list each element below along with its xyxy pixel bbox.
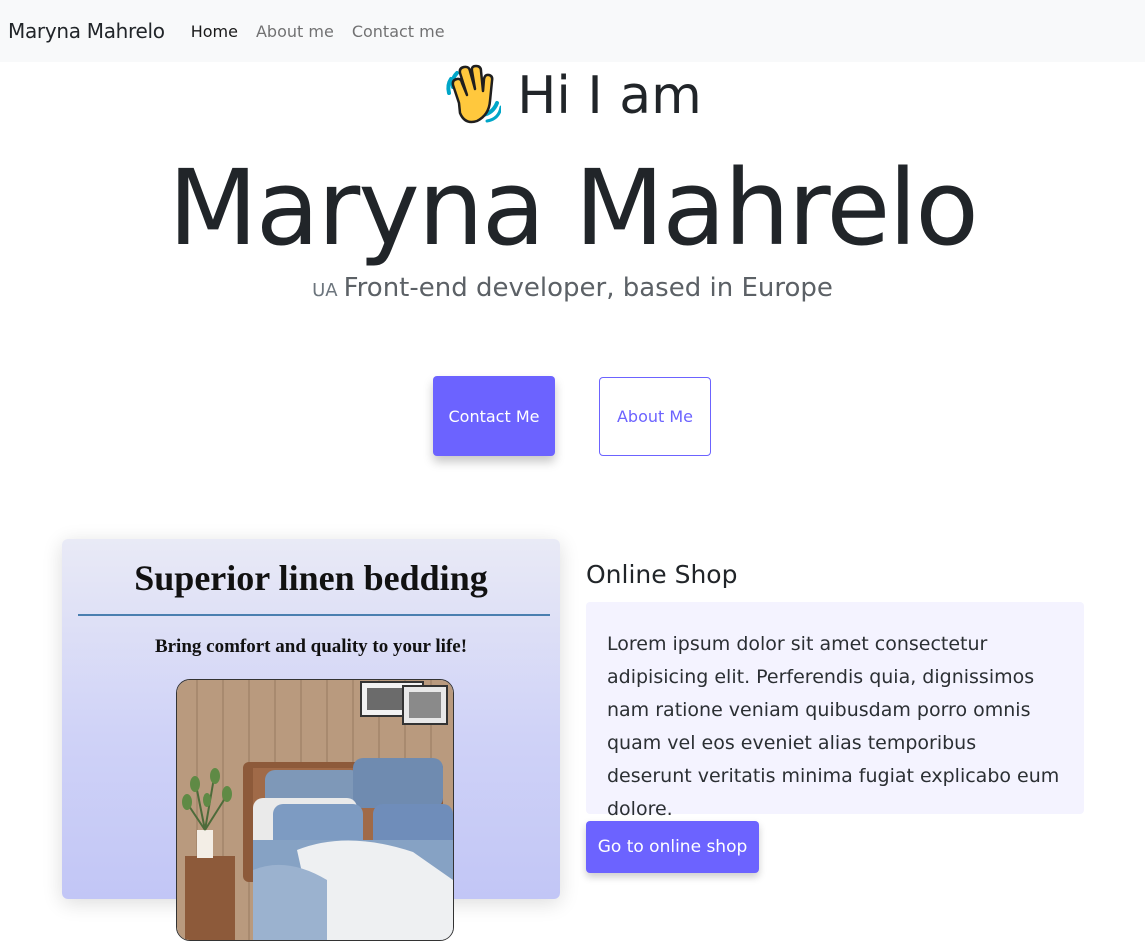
project-preview-card: Superior linen bedding Bring comfort and… <box>62 539 560 941</box>
ua-flag-icon: UA <box>312 280 338 301</box>
subtitle-text: Front-end developer, based in Europe <box>343 273 833 303</box>
nav-home-link[interactable]: Home <box>191 22 238 41</box>
waving-hand-icon <box>446 64 502 124</box>
hero-subtitle: UA Front-end developer, based in Europe <box>0 270 1145 309</box>
navbar: Maryna Mahrelo Home About me Contact me <box>0 0 1145 62</box>
project-description: Lorem ipsum dolor sit amet consectetur a… <box>586 602 1084 820</box>
bedroom-image <box>176 679 454 941</box>
go-to-shop-button[interactable]: Go to online shop <box>586 821 759 873</box>
brand-link[interactable]: Maryna Mahrelo <box>8 19 165 43</box>
about-me-button[interactable]: About Me <box>599 377 711 456</box>
card-divider <box>78 614 550 616</box>
greeting-text: Hi I am <box>517 66 702 126</box>
nav-contact-link[interactable]: Contact me <box>352 22 445 41</box>
hero-greeting: Hi I am <box>0 62 1145 130</box>
card-title: Superior linen bedding <box>134 558 488 598</box>
project-title: Online Shop <box>586 560 738 589</box>
hero-name: Maryna Mahrelo <box>168 147 979 269</box>
nav-links: Home About me Contact me <box>191 22 463 41</box>
contact-me-button[interactable]: Contact Me <box>433 376 555 456</box>
nav-about-link[interactable]: About me <box>256 22 334 41</box>
card-subtitle: Bring comfort and quality to your life! <box>154 636 468 657</box>
